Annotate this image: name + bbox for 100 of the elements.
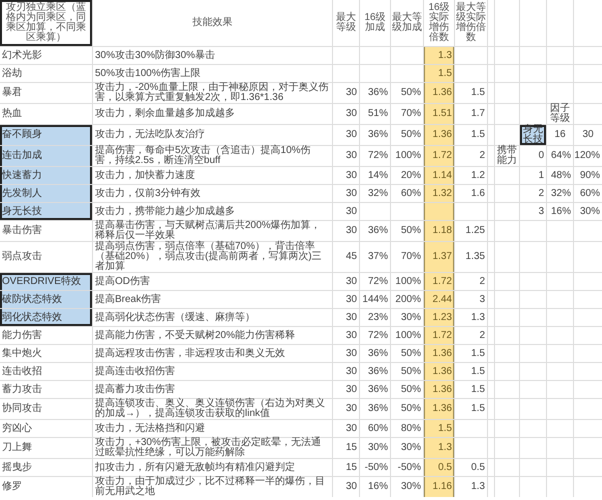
table-cell: 蓄力攻击 [0,381,92,398]
table-cell: 60% [574,185,602,202]
table-cell: 30 [333,477,359,497]
table-cell: 45 [333,242,359,272]
table-cell: 1.36 [424,345,454,362]
table-cell: 3 [455,291,487,308]
table-cell: 32% [547,185,573,202]
column-header: 16级实际增伤倍数 [424,0,454,46]
table-cell: 1.36 [424,399,454,419]
table-cell: 身无长技 [0,203,92,220]
table-cell: 刀上舞 [0,438,92,458]
table-cell: 1.7 [455,104,487,124]
table-cell: 1.3 [455,477,487,497]
table-cell: 1.23 [424,309,454,326]
table-cell: 36% [360,345,390,362]
table-cell: 30 [333,309,359,326]
table-cell: 攻击力，+30%伤害上限，被攻击必定眩晕，无法通过眩晕抗性绝缘，可以万能药解除 [93,438,332,458]
table-cell: 1 [520,167,546,184]
table-cell: 1.5 [455,381,487,398]
table-cell: 提高蓄力攻击伤害 [93,381,332,398]
table-cell: 1.16 [424,477,454,497]
table-cell: 50%攻击100%伤害上限 [93,65,332,82]
table-cell: 攻击力，无法格挡和闪避 [93,420,332,437]
table-cell: 30 [333,167,359,184]
table-cell: 暴君 [0,83,92,103]
table-cell: 15 [333,438,359,458]
table-cell: 30% [391,309,423,326]
table-cell: 30 [333,381,359,398]
table-cell: 0.5 [424,459,454,476]
table-cell: 70% [391,242,423,272]
table-cell: 提高Break伤害 [93,291,332,308]
table-cell: 30% [574,203,602,220]
column-header: 技能效果 [93,0,332,46]
table-cell: 30 [333,291,359,308]
table-cell: 2 [455,327,487,344]
table-cell: 能力伤害 [0,327,92,344]
table-cell: 2 [520,185,546,202]
table-cell: 36% [360,363,390,380]
table-cell: 100% [391,327,423,344]
table-cell: 1.6 [455,185,487,202]
table-cell: 1.5 [455,399,487,419]
table-cell: 30 [333,345,359,362]
table-cell: 0 [520,146,546,166]
table-cell: 30% [360,438,390,458]
table-cell: 1.5 [455,83,487,103]
table-cell: 1.36 [424,363,454,380]
table-cell: 1.35 [455,242,487,272]
table-cell: 破防状态特效 [0,291,92,308]
table-cell: 提高连击收招伤害 [93,363,332,380]
table-cell: 36% [360,125,390,145]
table-cell: 攻击力，由于加成过少，比不过稀释一半的爆伤，目前无用武之地 [93,477,332,497]
table-cell: 1.51 [424,104,454,124]
table-cell: 14% [360,167,390,184]
table-cell: 1.5 [455,345,487,362]
table-cell: 70% [391,104,423,124]
table-cell: 浴劫 [0,65,92,82]
table-cell: 30 [333,83,359,103]
table-cell: 1.5 [424,65,454,82]
table-cell: 30 [333,125,359,145]
table-cell: 1.72 [424,273,454,290]
table-cell: 2.44 [424,291,454,308]
table-cell: 16 [547,125,573,145]
column-header: 最大等级 [333,0,359,46]
table-cell: 36% [360,381,390,398]
table-cell: -50% [360,459,390,476]
table-cell: 30 [333,104,359,124]
table-cell: 攻击力，仅前3分钟有效 [93,185,332,202]
table-cell: 热血 [0,104,92,124]
table-cell: 50% [391,399,423,419]
column-header: 最大等级加成 [391,0,423,46]
table-cell: 1.36 [424,83,454,103]
table-cell: 连击加成 [0,146,92,166]
table-cell: 60% [391,185,423,202]
table-cell: 修罗 [0,477,92,497]
table-cell: 提高远程攻击伤害，非远程攻击和奥义无效 [93,345,332,362]
table-cell: -50% [391,459,423,476]
table-cell: 1.5 [455,363,487,380]
table-cell: 15 [333,459,359,476]
table-cell: 1.36 [424,125,454,145]
table-cell: 弱化状态特效 [0,309,92,326]
table-cell: 30 [333,399,359,419]
table-cell: 1.14 [424,167,454,184]
table-cell: OVERDRIVE特效 [0,273,92,290]
table-cell: 37% [360,242,390,272]
table-cell: 扣攻击力，所有闪避无敌帧均有精准闪避判定 [93,459,332,476]
table-cell: 提高能力伤害，不受天赋树20%能力伤害稀释 [93,327,332,344]
table-cell: 提高暴击伤害，与天赋树点满后共200%爆伤加算，稀释后仅一半效果 [93,221,332,241]
table-cell: 30 [333,203,359,220]
table-cell: 提高伤害，每命中5次攻击（含追击）提高10%伤害，持续2.5s，断连清空buff [93,146,332,166]
table-cell: 30 [333,221,359,241]
table-cell: 1.3 [424,47,454,64]
table-cell: 30 [333,420,359,437]
table-cell: 2 [455,273,487,290]
table-cell: 协同攻击 [0,399,92,419]
table-cell: 50% [391,381,423,398]
table-cell: 30% [391,477,423,497]
table-cell: 1.72 [424,327,454,344]
table-cell: 集中炮火 [0,345,92,362]
table-cell: 1.25 [455,221,487,241]
table-cell: 身无长技 [520,125,546,145]
